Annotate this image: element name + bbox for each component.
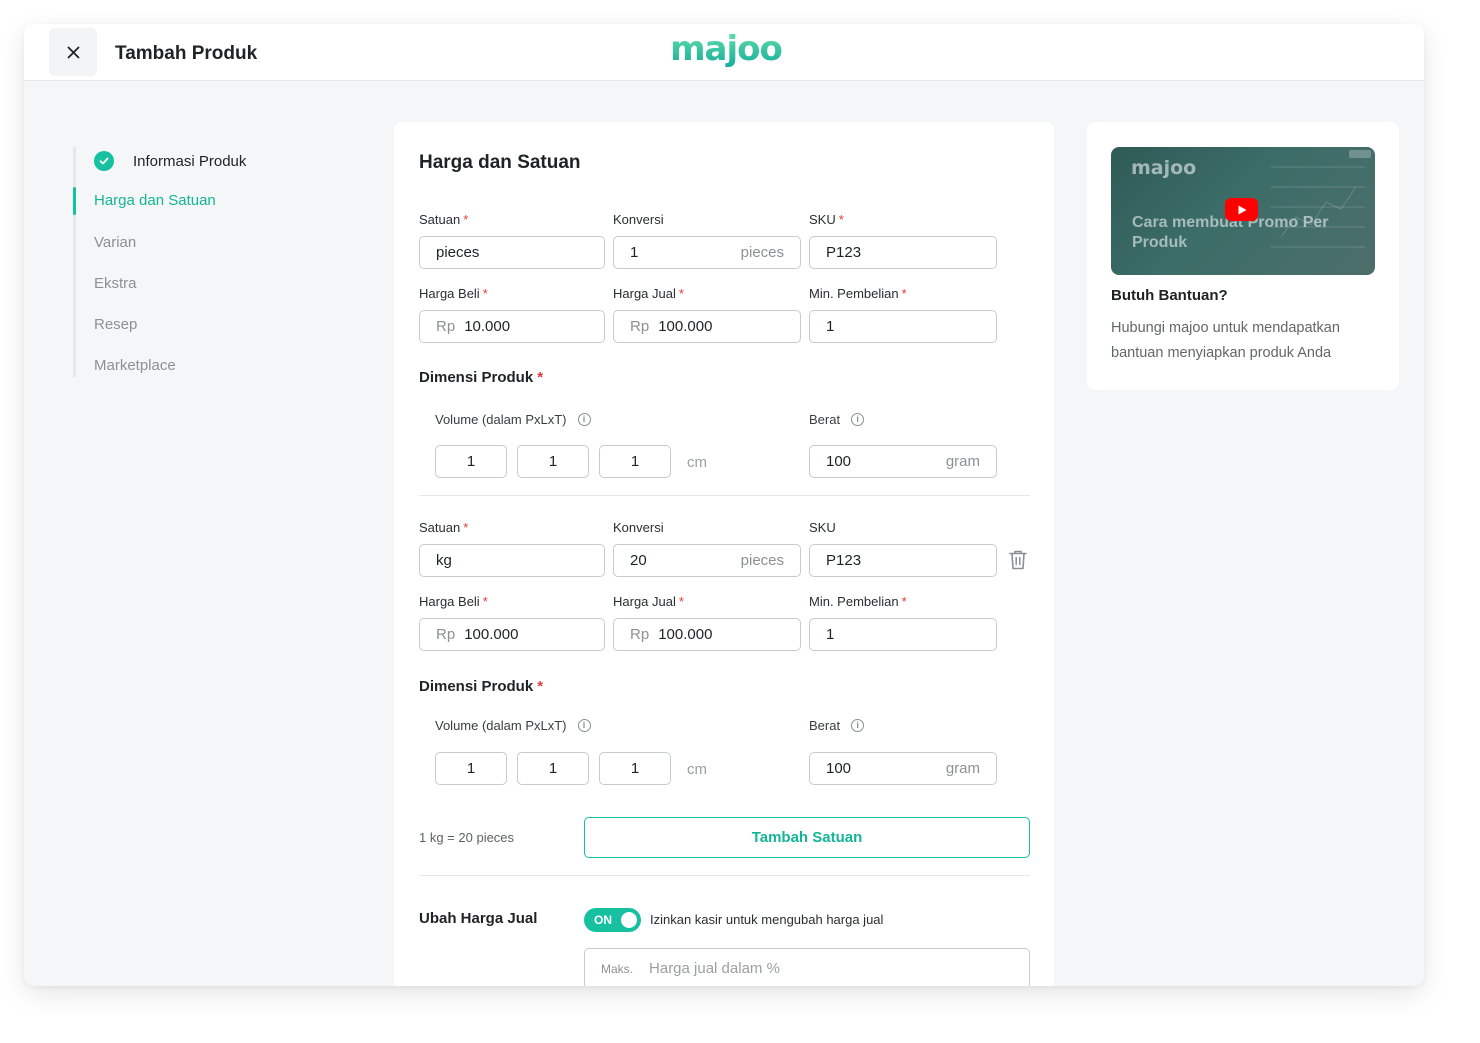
harga-beli-input[interactable]: Rp 10.000 (419, 310, 605, 343)
toggle-knob (621, 912, 637, 928)
volume-label: Volume (dalam PxLxT) i (435, 718, 591, 733)
sku-label: SKU (809, 520, 836, 535)
harga-beli-label: Harga Beli * (419, 286, 488, 301)
konversi-label: Konversi (613, 212, 664, 227)
help-card: majoo Cara membuat Promo Per Produk Butu… (1087, 122, 1399, 390)
toggle-state-text: ON (594, 913, 612, 927)
satuan-input[interactable]: pieces (419, 236, 605, 269)
thumbnail-logo: majoo (1131, 157, 1197, 179)
ubah-harga-jual-label: Ubah Harga Jual (419, 910, 538, 927)
volume-l-input[interactable]: 1 (517, 752, 589, 785)
maks-prefix: Maks. (601, 961, 634, 976)
harga-beli-value: 100.000 (464, 626, 519, 643)
step-informasi-produk[interactable]: Informasi Produk (94, 151, 246, 171)
volume-unit: cm (687, 761, 707, 778)
check-circle-icon (94, 151, 114, 171)
harga-jual-label: Harga Jual * (613, 594, 684, 609)
volume-t-input[interactable]: 1 (599, 752, 671, 785)
dimensi-produk-label: Dimensi Produk * (419, 678, 544, 695)
volume-l-input[interactable]: 1 (517, 445, 589, 478)
currency-prefix: Rp (436, 626, 456, 643)
step-marketplace[interactable]: Marketplace (94, 357, 176, 374)
section-divider (419, 875, 1030, 876)
min-pembelian-input[interactable]: 1 (809, 310, 997, 343)
konversi-unit: pieces (740, 552, 784, 569)
sku-input[interactable]: P123 (809, 544, 997, 577)
sku-input[interactable]: P123 (809, 236, 997, 269)
add-unit-button[interactable]: Tambah Satuan (584, 817, 1030, 858)
stepper-active-indicator (73, 187, 76, 215)
harga-jual-value: 100.000 (658, 318, 713, 335)
dimensi-produk-label: Dimensi Produk * (419, 369, 544, 386)
harga-jual-input[interactable]: Rp 100.000 (613, 618, 801, 651)
step-label: Informasi Produk (133, 152, 247, 170)
konversi-unit: pieces (740, 244, 784, 261)
maks-placeholder: Harga jual dalam % (649, 960, 780, 977)
berat-input[interactable]: 100 gram (809, 752, 997, 785)
min-pembelian-input[interactable]: 1 (809, 618, 997, 651)
satuan-label: Satuan * (419, 520, 469, 535)
help-title: Butuh Bantuan? (1111, 287, 1228, 304)
konversi-input[interactable]: 20 pieces (613, 544, 801, 577)
min-pembelian-label: Min. Pembelian * (809, 286, 907, 301)
svg-text:majoo: majoo (670, 29, 782, 69)
tutorial-video-thumbnail[interactable]: majoo Cara membuat Promo Per Produk (1111, 147, 1375, 275)
berat-unit: gram (945, 453, 980, 470)
toggle-description: Izinkan kasir untuk mengubah harga jual (650, 912, 884, 927)
max-price-percent-input[interactable]: Maks. Harga jual dalam % (584, 948, 1030, 986)
info-icon[interactable]: i (577, 413, 591, 426)
info-icon[interactable]: i (851, 413, 865, 426)
berat-input[interactable]: 100 gram (809, 445, 997, 478)
berat-value: 100 (826, 453, 852, 470)
sku-label: SKU * (809, 212, 844, 227)
harga-jual-label: Harga Jual * (613, 286, 684, 301)
volume-label: Volume (dalam PxLxT) i (435, 412, 591, 427)
berat-value: 100 (826, 760, 852, 777)
satuan-input[interactable]: kg (419, 544, 605, 577)
youtube-play-icon[interactable] (1225, 198, 1258, 221)
harga-beli-input[interactable]: Rp 100.000 (419, 618, 605, 651)
top-bar: Tambah Produk majoo (24, 24, 1424, 81)
currency-prefix: Rp (630, 626, 650, 643)
harga-beli-label: Harga Beli * (419, 594, 488, 609)
currency-prefix: Rp (630, 318, 650, 335)
help-description: Hubungi majoo untuk mendapatkan bantuan … (1111, 320, 1340, 361)
konversi-input[interactable]: 1 pieces (613, 236, 801, 269)
volume-p-input[interactable]: 1 (435, 752, 507, 785)
info-icon[interactable]: i (851, 719, 865, 732)
step-varian[interactable]: Varian (94, 234, 136, 251)
harga-beli-value: 10.000 (464, 318, 511, 335)
konversi-value: 20 (630, 552, 647, 569)
currency-prefix: Rp (436, 318, 456, 335)
harga-jual-value: 100.000 (658, 626, 713, 643)
section-title: Harga dan Satuan (419, 152, 581, 173)
volume-unit: cm (687, 454, 707, 471)
step-harga-dan-satuan[interactable]: Harga dan Satuan (94, 192, 216, 209)
majoo-logo: majoo (670, 29, 783, 69)
close-button[interactable] (49, 28, 97, 76)
close-icon (67, 46, 79, 58)
trash-icon[interactable] (1008, 549, 1028, 571)
stepper-track (73, 147, 76, 377)
harga-jual-input[interactable]: Rp 100.000 (613, 310, 801, 343)
konversi-value: 1 (630, 244, 639, 261)
app-window: Tambah Produk majoo Informasi Produk Har… (24, 24, 1424, 986)
thumbnail-dashboard-graphic (1271, 150, 1371, 248)
volume-t-input[interactable]: 1 (599, 445, 671, 478)
berat-label: Berat i (809, 412, 865, 427)
satuan-label: Satuan * (419, 212, 469, 227)
info-icon[interactable]: i (577, 719, 591, 732)
page-title: Tambah Produk (115, 43, 258, 64)
unit-divider (419, 495, 1030, 496)
berat-label: Berat i (809, 718, 865, 733)
conversion-note: 1 kg = 20 pieces (419, 830, 515, 845)
price-unit-card: Harga dan Satuan Satuan * Konversi SKU * p… (394, 122, 1054, 986)
min-pembelian-label: Min. Pembelian * (809, 594, 907, 609)
step-ekstra[interactable]: Ekstra (94, 275, 137, 292)
konversi-label: Konversi (613, 520, 664, 535)
step-resep[interactable]: Resep (94, 316, 137, 333)
berat-unit: gram (945, 760, 980, 777)
ubah-harga-toggle[interactable]: ON (584, 908, 641, 932)
volume-p-input[interactable]: 1 (435, 445, 507, 478)
